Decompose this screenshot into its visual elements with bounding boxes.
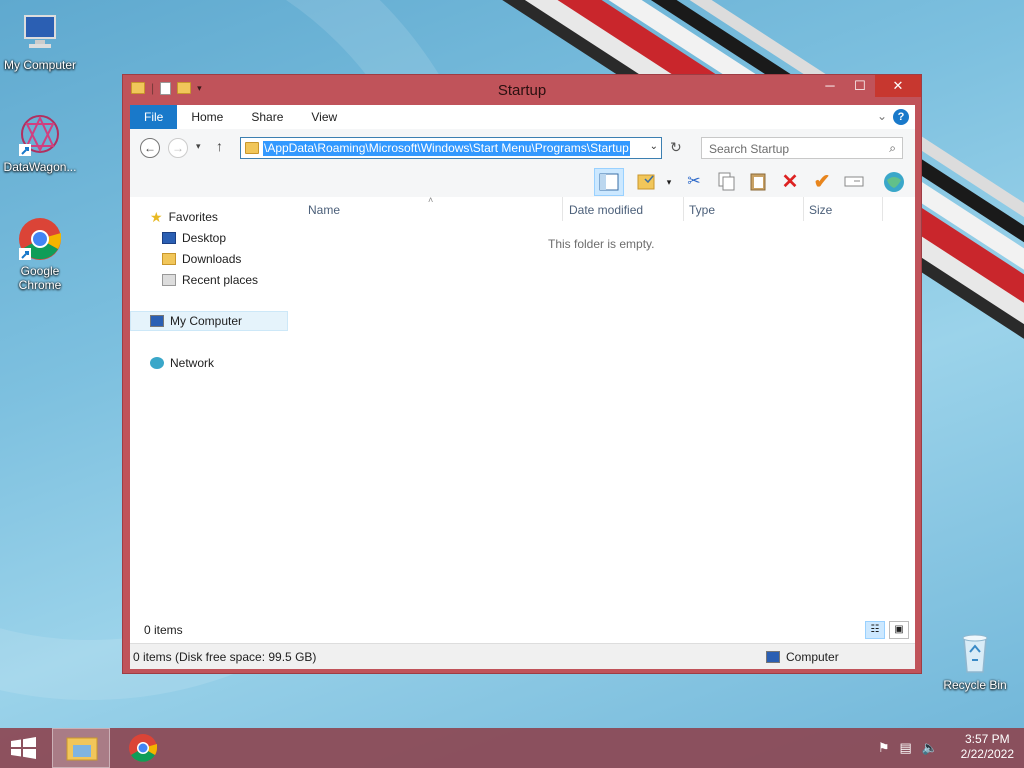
- search-input[interactable]: Search Startup ⌕: [701, 137, 903, 159]
- forward-button[interactable]: →: [168, 138, 188, 158]
- nav-recent-places[interactable]: Recent places: [162, 270, 258, 290]
- up-arrow-icon[interactable]: ↑: [216, 138, 223, 154]
- windows-logo-icon: [11, 737, 36, 759]
- taskbar-file-explorer[interactable]: [52, 728, 110, 768]
- desktop-icon-label: Google Chrome: [18, 264, 62, 292]
- ribbon-tabs: File Home Share View ⌄ ?: [130, 105, 915, 129]
- taskbar: ⚑ ▤ 🔈 3:57 PM 2/22/2022: [0, 728, 1024, 768]
- address-path: \AppData\Roaming\Microsoft\Windows\Start…: [263, 141, 630, 156]
- chrome-icon: [17, 216, 63, 262]
- search-icon: ⌕: [889, 141, 896, 155]
- nav-network[interactable]: Network: [150, 353, 214, 373]
- expand-ribbon-icon[interactable]: ⌄: [877, 109, 887, 123]
- refresh-icon[interactable]: ↻: [670, 139, 682, 156]
- status-disk-space: 0 items (Disk free space: 99.5 GB): [133, 650, 317, 664]
- folder-icon: [245, 142, 259, 154]
- preview-pane-icon[interactable]: [594, 168, 624, 196]
- desktop-icon-label: Recycle Bin: [943, 678, 1007, 692]
- file-explorer-icon: [66, 737, 98, 761]
- clock-date: 2/22/2022: [960, 747, 1014, 761]
- column-name[interactable]: Name: [308, 203, 340, 217]
- view-switcher: ☷ ▣: [865, 621, 909, 639]
- copy-icon[interactable]: [714, 170, 738, 194]
- start-button[interactable]: [0, 728, 48, 768]
- computer-icon: [766, 651, 780, 663]
- delete-icon[interactable]: ✕: [778, 170, 802, 194]
- status-location: Computer: [786, 650, 839, 664]
- nav-label: My Computer: [170, 314, 243, 328]
- paste-icon[interactable]: [746, 170, 770, 194]
- search-placeholder: Search Startup: [709, 142, 790, 156]
- datawagon-icon: [17, 112, 63, 158]
- nav-my-computer[interactable]: My Computer: [130, 311, 288, 331]
- desktop-icon-label: My Computer: [3, 58, 77, 72]
- taskbar-chrome[interactable]: [114, 728, 172, 768]
- column-type[interactable]: Type: [689, 203, 715, 217]
- nav-label: Downloads: [182, 252, 242, 266]
- help-icon[interactable]: ?: [893, 109, 909, 125]
- empty-folder-message: This folder is empty.: [548, 237, 655, 251]
- details-view-icon[interactable]: ☷: [865, 621, 885, 639]
- navigation-pane: ★ Favorites Desktop Downloads Recent pla…: [130, 197, 290, 643]
- recent-places-icon: [162, 274, 176, 286]
- column-date-modified[interactable]: Date modified: [569, 203, 643, 217]
- desktop-icon: [162, 232, 176, 244]
- clock-time: 3:57 PM: [964, 732, 1010, 746]
- nav-downloads[interactable]: Downloads: [162, 249, 241, 269]
- large-icons-view-icon[interactable]: ▣: [889, 621, 909, 639]
- tab-home[interactable]: Home: [177, 105, 237, 129]
- computer-icon: [17, 10, 63, 56]
- explorer-window[interactable]: | ▾ Startup ─ ☐ ✕ File Home Share View ⌄…: [122, 74, 922, 674]
- computer-icon: [150, 315, 164, 327]
- tab-file[interactable]: File: [130, 105, 178, 129]
- nav-desktop[interactable]: Desktop: [162, 228, 226, 248]
- network-status-icon[interactable]: ▤: [900, 740, 912, 756]
- chrome-icon: [129, 734, 157, 762]
- title-bar[interactable]: | ▾ Startup ─ ☐ ✕: [123, 75, 921, 105]
- back-button[interactable]: ←: [140, 138, 160, 158]
- rename-icon[interactable]: [842, 170, 866, 194]
- system-tray: ⚑ ▤ 🔈: [878, 740, 938, 756]
- column-size[interactable]: Size: [809, 203, 832, 217]
- window-title: Startup: [497, 82, 547, 99]
- recent-locations-icon[interactable]: ▾: [196, 141, 201, 152]
- globe-icon[interactable]: [882, 170, 906, 194]
- tab-view[interactable]: View: [297, 105, 351, 129]
- downloads-folder-icon: [162, 253, 176, 265]
- maximize-button[interactable]: ☐: [845, 75, 875, 97]
- command-toolbar: ▾ ✂ ✕ ✔: [130, 167, 915, 197]
- nav-label: Favorites: [168, 210, 218, 224]
- item-count: 0 items: [144, 623, 183, 637]
- desktop-icon-google-chrome[interactable]: Google Chrome: [0, 216, 80, 292]
- content-area: ★ Favorites Desktop Downloads Recent pla…: [130, 195, 915, 643]
- address-input[interactable]: \AppData\Roaming\Microsoft\Windows\Start…: [240, 137, 662, 159]
- close-button[interactable]: ✕: [875, 75, 921, 97]
- checkbox-folder-icon[interactable]: [634, 170, 658, 194]
- checkmark-icon[interactable]: ✔: [810, 170, 834, 194]
- desktop-icon-recycle-bin[interactable]: Recycle Bin: [935, 630, 1015, 692]
- volume-muted-icon[interactable]: 🔈: [922, 740, 938, 756]
- minimize-button[interactable]: ─: [815, 75, 845, 97]
- nav-favorites[interactable]: ★ Favorites: [150, 207, 218, 227]
- chevron-down-icon[interactable]: ⌄: [650, 141, 658, 152]
- desktop-icon-datawagon[interactable]: DataWagon...: [0, 112, 80, 174]
- cut-icon[interactable]: ✂: [682, 170, 706, 194]
- recycle-bin-icon: [952, 630, 998, 676]
- nav-label: Desktop: [182, 231, 227, 245]
- desktop-icon-label: DataWagon...: [3, 160, 77, 174]
- tab-share[interactable]: Share: [237, 105, 297, 129]
- sort-up-icon: ˄: [428, 195, 434, 205]
- nav-label: Network: [170, 356, 215, 370]
- nav-label: Recent places: [182, 273, 259, 287]
- address-bar-row: ← → ▾ ↑ \AppData\Roaming\Microsoft\Windo…: [130, 129, 915, 167]
- star-icon: ★: [150, 209, 163, 225]
- chevron-down-icon[interactable]: ▾: [657, 170, 681, 194]
- clock[interactable]: 3:57 PM 2/22/2022: [961, 732, 1014, 762]
- network-icon: [150, 357, 164, 369]
- status-bar: 0 items (Disk free space: 99.5 GB) Compu…: [130, 643, 915, 669]
- desktop-icon-my-computer[interactable]: My Computer: [0, 10, 80, 72]
- action-center-flag-icon[interactable]: ⚑: [878, 740, 890, 756]
